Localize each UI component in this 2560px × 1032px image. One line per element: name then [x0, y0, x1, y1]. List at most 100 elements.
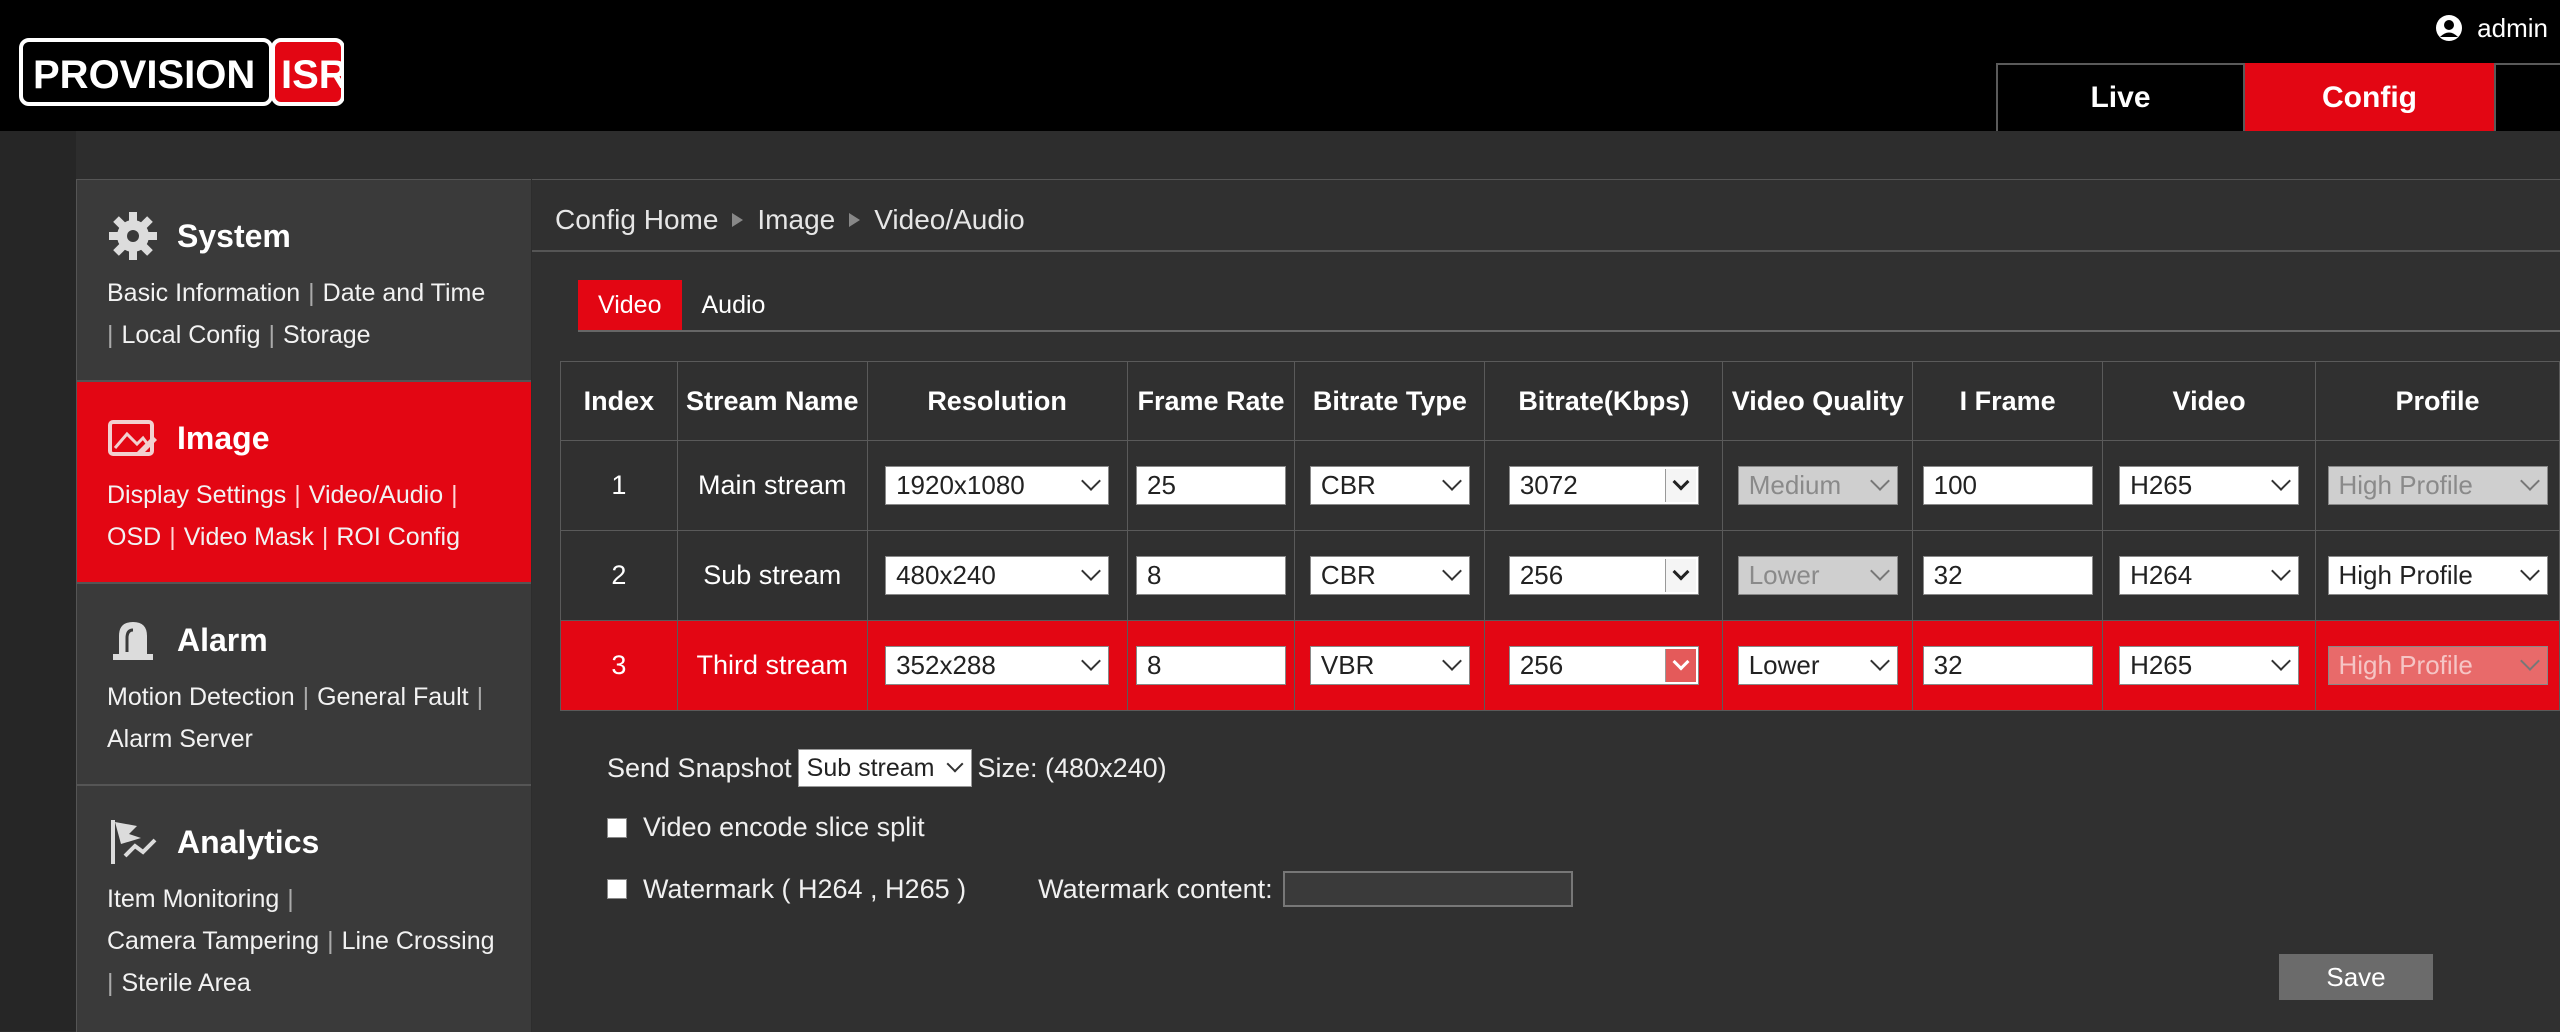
separator: | — [268, 321, 275, 349]
breadcrumb-image[interactable]: Image — [757, 204, 835, 236]
select-value: Sub stream — [806, 753, 935, 782]
nav-more[interactable] — [2494, 63, 2560, 131]
cell-index: 2 — [560, 530, 678, 621]
chevron-down-icon — [2519, 561, 2540, 581]
alarm-bell-icon — [113, 622, 153, 660]
nav-config[interactable]: Config — [2245, 63, 2494, 131]
user-menu[interactable]: admin — [2435, 8, 2560, 48]
table-header-row: Index Stream Name Resolution Frame Rate … — [560, 361, 2560, 441]
link-item-monitoring[interactable]: Item Monitoring — [107, 885, 279, 913]
separator: | — [302, 683, 310, 711]
main-panel: Config Home Image Video/Audio Video Audi… — [532, 179, 2560, 1032]
link-sterile-area[interactable]: Sterile Area — [122, 969, 251, 997]
chevron-down-icon[interactable] — [1664, 559, 1696, 592]
cell-index: 3 — [560, 620, 678, 711]
link-display-settings[interactable]: Display Settings — [107, 481, 286, 509]
select-value: H264 — [2130, 560, 2193, 590]
bitrate-type-select[interactable]: CBR — [1309, 466, 1470, 505]
i-frame-input[interactable]: 100 — [1922, 466, 2093, 505]
save-button[interactable]: Save — [2279, 954, 2433, 1000]
bitrate-combo[interactable]: 256 — [1508, 556, 1699, 595]
video-codec-select[interactable]: H264 — [2119, 556, 2300, 595]
user-icon — [2436, 15, 2463, 41]
nav-live[interactable]: Live — [1996, 63, 2245, 131]
profile-select[interactable]: High Profile — [2327, 646, 2548, 685]
col-header-profile: Profile — [2315, 361, 2560, 441]
snapshot-stream-select[interactable]: Sub stream — [797, 749, 972, 787]
col-header-frame-rate: Frame Rate — [1126, 361, 1296, 441]
frame-rate-input[interactable]: 8 — [1135, 646, 1286, 685]
link-video-mask[interactable]: Video Mask — [184, 523, 314, 551]
video-quality-select[interactable]: Lower — [1737, 556, 1898, 595]
breadcrumb-arrow-icon — [849, 213, 861, 227]
resolution-select[interactable]: 352x288 — [885, 646, 1110, 685]
top-header: PROVISION ISR admin Live Config — [0, 0, 2560, 131]
i-frame-input[interactable]: 32 — [1922, 646, 2093, 685]
profile-select[interactable]: High Profile — [2327, 466, 2548, 505]
slice-split-checkbox[interactable] — [607, 817, 627, 838]
resolution-select[interactable]: 480x240 — [885, 556, 1110, 595]
slice-split-row: Video encode slice split — [607, 812, 925, 843]
snapshot-row: Send Snapshot Sub stream Size: (480x240) — [607, 749, 1167, 787]
provision-isr-logo: PROVISION ISR — [19, 38, 344, 106]
link-storage[interactable]: Storage — [283, 321, 371, 349]
tab-audio[interactable]: Audio — [682, 280, 786, 330]
chevron-down-icon[interactable] — [1664, 649, 1696, 682]
select-value: High Profile — [2338, 560, 2473, 590]
video-codec-select[interactable]: H265 — [2119, 466, 2300, 505]
gear-icon — [109, 212, 157, 260]
sidebar-title-system[interactable]: System — [177, 218, 291, 255]
link-video-audio[interactable]: Video/Audio — [309, 481, 443, 509]
svg-text:ISR: ISR — [281, 53, 344, 97]
separator: | — [308, 279, 315, 307]
profile-select[interactable]: High Profile — [2327, 556, 2548, 595]
chevron-down-icon — [1081, 651, 1101, 671]
frame-rate-input[interactable]: 25 — [1135, 466, 1286, 505]
link-motion-detection[interactable]: Motion Detection — [107, 683, 295, 711]
stream-table: Index Stream Name Resolution Frame Rate … — [560, 361, 2560, 711]
select-value: CBR — [1320, 560, 1376, 590]
username: admin — [2477, 12, 2548, 43]
frame-rate-input[interactable]: 8 — [1135, 556, 1286, 595]
bitrate-combo[interactable]: 3072 — [1508, 466, 1699, 505]
watermark-checkbox[interactable] — [607, 879, 627, 899]
col-header-stream-name: Stream Name — [676, 361, 868, 441]
video-quality-select[interactable]: Lower — [1737, 646, 1898, 685]
link-general-fault[interactable]: General Fault — [317, 683, 468, 711]
bitrate-type-select[interactable]: VBR — [1309, 646, 1470, 685]
resolution-select[interactable]: 1920x1080 — [885, 466, 1110, 505]
link-camera-tampering[interactable]: Camera Tampering — [107, 927, 319, 955]
link-basic-information[interactable]: Basic Information — [107, 279, 300, 307]
col-header-bitrate: Bitrate(Kbps) — [1484, 361, 1724, 441]
chevron-down-icon[interactable] — [1664, 469, 1696, 502]
link-date-and-time[interactable]: Date and Time — [323, 279, 486, 307]
link-local-config[interactable]: Local Config — [122, 321, 261, 349]
tab-video[interactable]: Video — [578, 280, 682, 330]
breadcrumb-config-home[interactable]: Config Home — [555, 204, 718, 236]
chevron-down-icon — [1442, 651, 1462, 671]
video-codec-select[interactable]: H265 — [2119, 646, 2300, 685]
video-quality-select[interactable]: Medium — [1737, 466, 1898, 505]
link-line-crossing[interactable]: Line Crossing — [342, 927, 495, 955]
separator: | — [321, 523, 329, 551]
bitrate-combo[interactable]: 256 — [1508, 646, 1699, 685]
cell-stream-name: Sub stream — [676, 530, 868, 621]
bitrate-type-select[interactable]: CBR — [1309, 556, 1470, 595]
link-alarm-server[interactable]: Alarm Server — [107, 725, 253, 753]
link-roi-config[interactable]: ROI Config — [336, 523, 460, 551]
chevron-down-icon — [1081, 471, 1101, 491]
sidebar-title-analytics[interactable]: Analytics — [177, 824, 319, 861]
col-header-video: Video — [2102, 361, 2317, 441]
slice-split-label: Video encode slice split — [643, 812, 925, 842]
cell-index: 1 — [560, 440, 678, 531]
col-header-i-frame: I Frame — [1912, 361, 2104, 441]
chevron-down-icon — [1442, 471, 1462, 491]
i-frame-input[interactable]: 32 — [1922, 556, 2093, 595]
link-osd[interactable]: OSD — [107, 523, 161, 551]
sidebar-title-image[interactable]: Image — [177, 420, 269, 457]
watermark-label: Watermark ( H264 , H265 ) — [643, 873, 967, 904]
sidebar-title-alarm[interactable]: Alarm — [177, 622, 268, 659]
watermark-content-input[interactable] — [1282, 871, 1573, 907]
subtabs: Video Audio — [578, 280, 785, 330]
select-value: VBR — [1320, 650, 1375, 680]
